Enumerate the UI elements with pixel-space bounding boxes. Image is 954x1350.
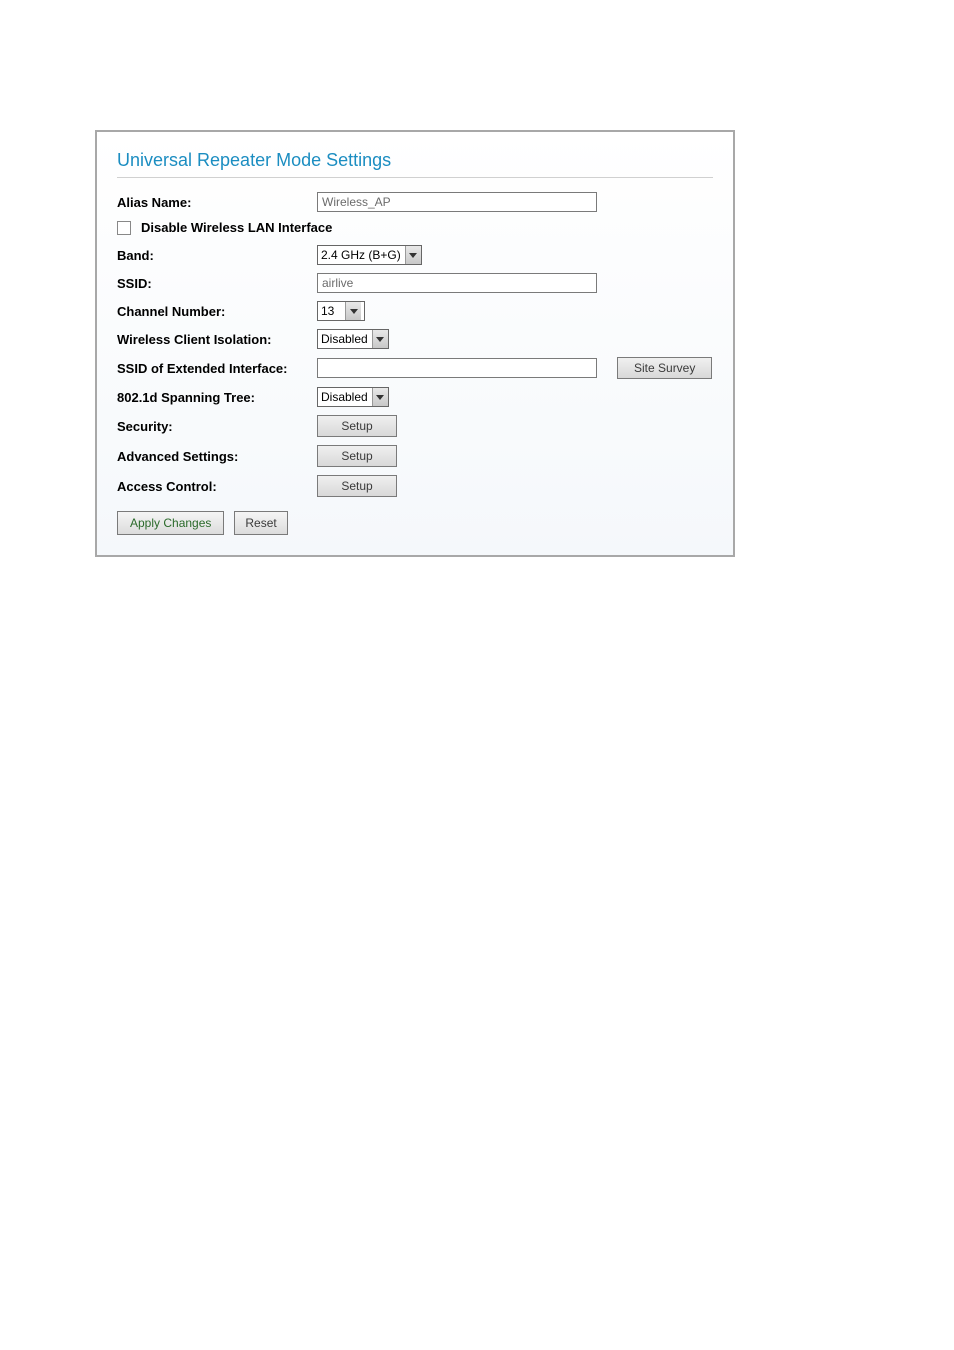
band-select-arrow [405,246,421,264]
band-row: Band: 2.4 GHz (B+G) [117,245,713,265]
disable-wlan-label: Disable Wireless LAN Interface [141,220,332,235]
access-control-label: Access Control: [117,479,317,494]
spanning-tree-select-text: Disabled [321,390,372,404]
access-control-setup-button[interactable]: Setup [317,475,397,497]
alias-name-label: Alias Name: [117,195,317,210]
isolation-select[interactable]: Disabled [317,329,389,349]
footer-buttons: Apply Changes Reset [117,511,713,535]
ext-ssid-row: SSID of Extended Interface: Site Survey [117,357,713,379]
ssid-input[interactable] [317,273,597,293]
alias-name-input[interactable] [317,192,597,212]
channel-select-arrow [345,302,361,320]
apply-changes-button[interactable]: Apply Changes [117,511,224,535]
channel-select[interactable]: 13 [317,301,365,321]
ext-ssid-input[interactable] [317,358,597,378]
isolation-select-text: Disabled [321,332,372,346]
alias-name-row: Alias Name: [117,192,713,212]
chevron-down-icon [376,395,384,400]
settings-panel: Universal Repeater Mode Settings Alias N… [95,130,735,557]
chevron-down-icon [409,253,417,258]
reset-button[interactable]: Reset [234,511,287,535]
ssid-row: SSID: [117,273,713,293]
ssid-label: SSID: [117,276,317,291]
ext-ssid-label: SSID of Extended Interface: [117,361,317,376]
spanning-tree-label: 802.1d Spanning Tree: [117,390,317,405]
isolation-row: Wireless Client Isolation: Disabled [117,329,713,349]
isolation-select-arrow [372,330,388,348]
advanced-row: Advanced Settings: Setup [117,445,713,467]
access-control-row: Access Control: Setup [117,475,713,497]
spanning-tree-row: 802.1d Spanning Tree: Disabled [117,387,713,407]
security-label: Security: [117,419,317,434]
isolation-label: Wireless Client Isolation: [117,332,317,347]
channel-label: Channel Number: [117,304,317,319]
band-select[interactable]: 2.4 GHz (B+G) [317,245,422,265]
panel-title: Universal Repeater Mode Settings [117,150,713,171]
chevron-down-icon [376,337,384,342]
channel-select-text: 13 [321,304,345,318]
disable-wlan-checkbox[interactable] [117,221,131,235]
band-label: Band: [117,248,317,263]
advanced-setup-button[interactable]: Setup [317,445,397,467]
spanning-tree-select-arrow [372,388,388,406]
disable-wlan-row: Disable Wireless LAN Interface [117,220,713,235]
site-survey-button[interactable]: Site Survey [617,357,712,379]
advanced-label: Advanced Settings: [117,449,317,464]
spanning-tree-select[interactable]: Disabled [317,387,389,407]
chevron-down-icon [350,309,358,314]
security-setup-button[interactable]: Setup [317,415,397,437]
divider [117,177,713,178]
channel-row: Channel Number: 13 [117,301,713,321]
band-select-text: 2.4 GHz (B+G) [321,248,405,262]
security-row: Security: Setup [117,415,713,437]
